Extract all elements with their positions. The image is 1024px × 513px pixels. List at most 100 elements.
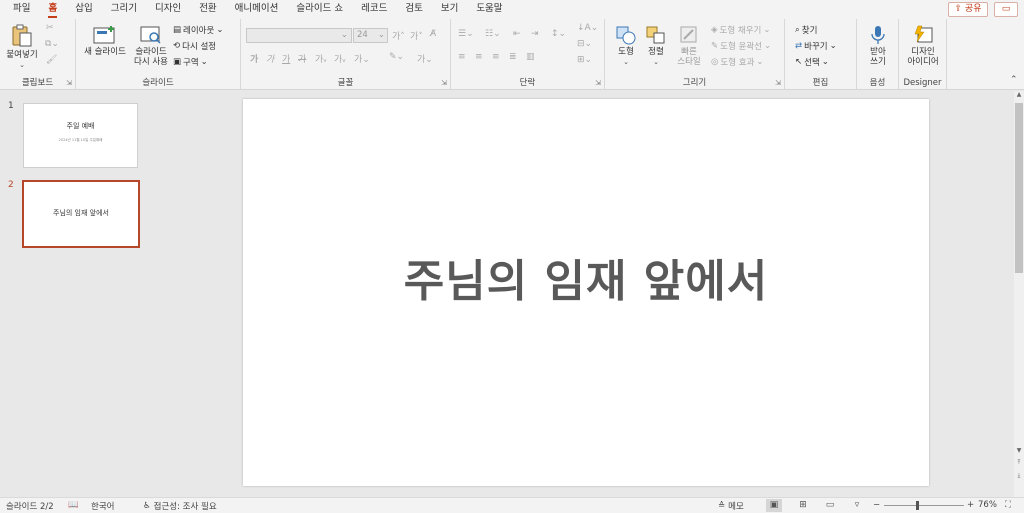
find-button[interactable]: ⌕ 찾기 — [795, 23, 817, 37]
slide-title-text[interactable]: 주님의 임재 앞에서 — [243, 245, 929, 309]
paste-button[interactable]: 붙여넣기 ⌄ — [4, 24, 40, 70]
language-indicator[interactable]: 한국어 — [91, 500, 114, 512]
paragraph-group-label: 단락 — [519, 78, 536, 88]
section-button[interactable]: ▣ 구역 ⌄ — [173, 55, 208, 69]
zoom-level[interactable]: 76% — [978, 500, 997, 510]
spellcheck-icon[interactable]: 📖 — [68, 500, 79, 510]
tab-view[interactable]: 보기 — [432, 0, 467, 19]
zoom-out-icon[interactable]: − — [873, 500, 880, 510]
tab-help[interactable]: 도움말 — [467, 0, 511, 19]
reset-button[interactable]: ⟲ 다시 설정 — [173, 39, 216, 53]
grow-font-icon[interactable]: 가˄ — [392, 29, 405, 42]
shape-outline-button[interactable]: ✎ 도형 윤곽선 ⌄ — [711, 39, 771, 53]
replace-button[interactable]: ⇄ 바꾸기 ⌄ — [795, 39, 837, 53]
format-painter-icon[interactable]: 🖌 — [46, 55, 57, 65]
reuse-slides-button[interactable]: 슬라이드 다시 사용 — [130, 25, 172, 67]
share-button[interactable]: ⇪ 공유 — [948, 2, 988, 17]
align-text-icon[interactable]: ⊟⌄ — [577, 39, 592, 49]
quick-styles-button[interactable]: 빠른 스타일 — [671, 25, 707, 67]
shrink-font-icon[interactable]: 가˅ — [410, 29, 423, 42]
slide-sorter-icon[interactable]: ⊞ — [795, 499, 811, 512]
shape-fill-button[interactable]: ◈ 도형 채우기 ⌄ — [711, 23, 770, 37]
vertical-scrollbar[interactable]: ▲ ▼ ⤒ ⤓ — [1014, 91, 1024, 497]
text-direction-icon[interactable]: ↓A⌄ — [577, 23, 598, 33]
slide-thumbnail-1[interactable]: 주일 예배 2024년 11월 10일 주일예배 — [23, 103, 138, 168]
find-label: 찾기 — [801, 26, 818, 36]
align-right-icon[interactable]: ≡ — [492, 52, 500, 62]
align-left-icon[interactable]: ≡ — [458, 52, 466, 62]
designer-group-label: Designer — [903, 78, 942, 88]
clipboard-launcher-icon[interactable]: ⇲ — [66, 79, 72, 87]
font-name-combo[interactable]: ⌄ — [246, 28, 352, 43]
scrollbar-thumb[interactable] — [1015, 103, 1023, 273]
previous-slide-icon[interactable]: ⤒ — [1014, 459, 1024, 467]
zoom-slider-thumb[interactable] — [916, 501, 919, 510]
tab-record[interactable]: 레코드 — [352, 0, 396, 19]
strikethrough-button[interactable]: 가 — [298, 52, 306, 65]
shape-outline-icon: ✎ — [711, 41, 719, 51]
shape-effects-button[interactable]: ◎ 도형 효과 ⌄ — [711, 55, 764, 69]
decrease-indent-icon[interactable]: ⇤ — [513, 29, 521, 39]
arrange-icon — [646, 26, 665, 44]
normal-view-icon[interactable]: ▣ — [766, 499, 782, 512]
collapse-ribbon-icon[interactable]: ⌃ — [1010, 75, 1018, 85]
tab-file[interactable]: 파일 — [4, 0, 39, 19]
justify-icon[interactable]: ≣ — [509, 52, 517, 62]
italic-button[interactable]: 가 — [266, 52, 274, 65]
zoom-slider-track[interactable] — [884, 505, 964, 506]
slide-thumbnail-2[interactable]: 주님의 임재 앞에서 — [22, 180, 140, 248]
clear-formatting-icon[interactable]: A̸ — [430, 29, 436, 39]
next-slide-icon[interactable]: ⤓ — [1014, 472, 1024, 480]
layout-button[interactable]: ▤ 레이아웃 ⌄ — [173, 23, 223, 37]
char-spacing-icon[interactable]: 가ᵥ — [315, 52, 327, 65]
tab-review[interactable]: 검토 — [396, 0, 431, 19]
align-center-icon[interactable]: ≡ — [475, 52, 483, 62]
ribbon: 붙여넣기 ⌄ ✂ ⧉⌄ 🖌 클립보드 ⇲ 새 슬라이드 슬라이드 다시 사용 ▤… — [0, 19, 1024, 90]
notes-button[interactable]: ≙ 메모 — [718, 500, 744, 512]
paragraph-launcher-icon[interactable]: ⇲ — [595, 79, 601, 87]
design-ideas-button[interactable]: 디자인 아이디어 — [902, 25, 944, 67]
tab-insert[interactable]: 삽입 — [66, 0, 101, 19]
drawing-launcher-icon[interactable]: ⇲ — [775, 79, 781, 87]
select-button[interactable]: ↖ 선택 ⌄ — [795, 55, 829, 69]
tab-animations[interactable]: 애니메이션 — [226, 0, 288, 19]
bold-button[interactable]: 가 — [250, 52, 258, 65]
shape-outline-dropdown-icon: ⌄ — [763, 41, 772, 51]
change-case-icon[interactable]: 가ᵥ — [334, 52, 346, 65]
tab-design[interactable]: 디자인 — [146, 0, 190, 19]
font-color-button[interactable]: 가⌄ — [417, 52, 433, 65]
columns-icon[interactable]: ▥ — [526, 52, 535, 62]
zoom-in-icon[interactable]: + — [967, 500, 974, 510]
scroll-up-icon[interactable]: ▲ — [1014, 91, 1024, 98]
new-slide-button[interactable]: 새 슬라이드 — [80, 25, 130, 57]
section-label: 구역 — [183, 58, 199, 68]
underline-button[interactable]: 가 — [282, 52, 290, 65]
fit-to-window-icon[interactable]: ⛶ — [1005, 500, 1011, 510]
scroll-down-icon[interactable]: ▼ — [1014, 447, 1024, 454]
font-launcher-icon[interactable]: ⇲ — [441, 79, 447, 87]
copy-icon[interactable]: ⧉⌄ — [45, 39, 59, 49]
tab-transitions[interactable]: 전환 — [190, 0, 225, 19]
shapes-button[interactable]: 도형 ⌄ — [611, 25, 641, 67]
tab-home[interactable]: 홈 — [39, 0, 66, 19]
tab-slideshow[interactable]: 슬라이드 쇼 — [287, 0, 352, 19]
current-slide[interactable]: 주님의 임재 앞에서 — [243, 99, 929, 486]
bullets-icon[interactable]: ☰⌄ — [458, 29, 474, 39]
font-size-combo[interactable]: 24 ⌄ — [353, 28, 388, 43]
comments-button[interactable]: ▭ — [994, 2, 1018, 17]
cut-icon[interactable]: ✂ — [46, 23, 54, 33]
layout-label: 레이아웃 — [183, 26, 215, 36]
accessibility-status[interactable]: ♿ 접근성: 조사 필요 — [143, 500, 217, 512]
tab-draw[interactable]: 그리기 — [102, 0, 146, 19]
smartart-icon[interactable]: ⊞⌄ — [577, 55, 592, 65]
paste-dropdown-icon[interactable]: ⌄ — [4, 60, 40, 70]
line-spacing-icon[interactable]: ↕⌄ — [551, 29, 566, 39]
highlight-icon[interactable]: ✎⌄ — [389, 52, 404, 62]
reading-view-icon[interactable]: ▭ — [822, 499, 838, 512]
arrange-button[interactable]: 정렬 ⌄ — [642, 25, 670, 67]
dictate-button[interactable]: 받아 쓰기 — [861, 25, 895, 67]
numbering-icon[interactable]: ☷⌄ — [485, 29, 501, 39]
slideshow-view-icon[interactable]: ▿ — [849, 499, 865, 512]
increase-indent-icon[interactable]: ⇥ — [531, 29, 539, 39]
spacing-icon[interactable]: 가⌄ — [354, 52, 370, 65]
